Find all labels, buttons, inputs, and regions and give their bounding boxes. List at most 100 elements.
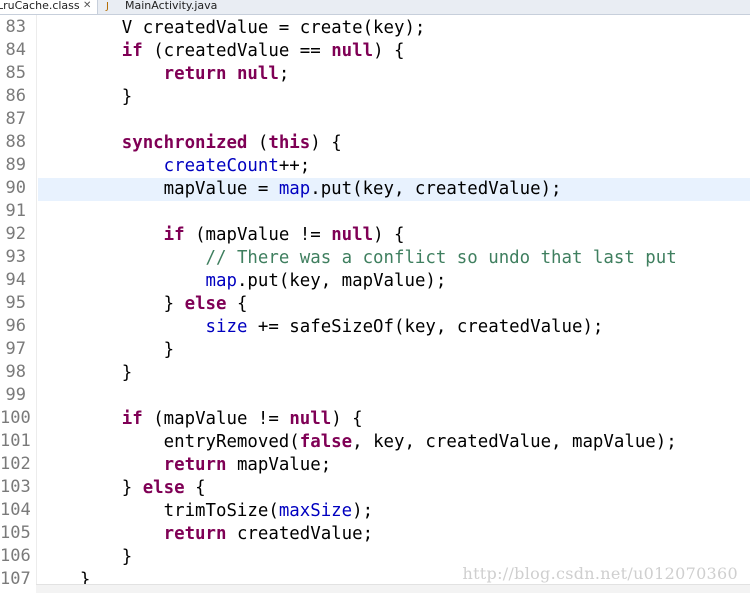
line-number: 95 [5, 293, 26, 313]
line-number: 99 [5, 385, 26, 405]
line-number: 83 [5, 17, 26, 37]
line-number: 88 [5, 132, 26, 152]
tab-label: LruCache.class [0, 0, 80, 12]
line-number: 104 [0, 500, 31, 520]
code-line[interactable]: } [38, 339, 750, 362]
line-number: 89 [5, 155, 26, 175]
code-text: if (mapValue != null) { [38, 224, 405, 247]
code-editor[interactable]: 83 84 85 86 87 88 89 90 91 92 93 94 95 96 97 98 99 100 101… [0, 15, 750, 593]
token: ( [247, 133, 269, 153]
line-number: 93 [5, 247, 26, 267]
token: } [38, 340, 175, 360]
line-number: 94 [5, 270, 26, 290]
code-line[interactable]: if (mapValue != null) { [38, 408, 750, 431]
code-line[interactable]: if (mapValue != null) { [38, 224, 750, 247]
line-number: 96 [5, 316, 26, 336]
code-text: } [38, 339, 175, 362]
code-line[interactable] [38, 109, 750, 132]
token-kw: null [236, 64, 279, 84]
code-line[interactable] [38, 385, 750, 408]
code-line[interactable]: size += safeSizeOf(key, createdValue); [38, 316, 750, 339]
token-kw: null [289, 409, 332, 429]
token: (createdValue == [142, 41, 332, 61]
token: ) { [310, 133, 342, 153]
code-text: synchronized (this) { [38, 132, 342, 155]
token: .put(key, createdValue); [310, 179, 562, 199]
token: ++; [278, 156, 311, 176]
line-number: 103 [0, 477, 31, 497]
code-line[interactable]: createCount++; [38, 155, 750, 178]
code-text: size += safeSizeOf(key, createdValue); [38, 316, 604, 339]
token-fld: maxSize [278, 501, 353, 521]
code-line[interactable] [38, 201, 750, 224]
code-line[interactable]: } [38, 362, 750, 385]
code-line[interactable]: } [38, 86, 750, 109]
line-number: 102 [0, 454, 31, 474]
code-line[interactable]: map.put(key, mapValue); [38, 270, 750, 293]
token: ; [278, 64, 290, 84]
code-text: createCount++; [38, 155, 311, 178]
token: createdValue; [226, 524, 374, 544]
line-number: 91 [5, 201, 26, 221]
token-fld: map [205, 271, 237, 291]
token: ); [352, 501, 374, 521]
line-number: 107 [0, 569, 31, 589]
token-fld: map [278, 179, 311, 199]
code-line[interactable]: if (createdValue == null) { [38, 40, 750, 63]
token: ) { [373, 41, 405, 61]
close-icon[interactable]: ✕ [83, 0, 91, 12]
token: } [38, 87, 133, 107]
code-text: // There was a conflict so undo that las… [38, 247, 677, 270]
token: += safeSizeOf(key, createdValue); [247, 317, 604, 337]
line-number: 106 [0, 546, 31, 566]
token: ) { [331, 409, 363, 429]
code-text: if (createdValue == null) { [38, 40, 405, 63]
code-area[interactable]: V createdValue = create(key); if (create… [38, 15, 750, 593]
horizontal-scrollbar[interactable] [36, 584, 750, 593]
token: ) { [373, 225, 405, 245]
code-line[interactable]: } else { [38, 293, 750, 316]
tab-mainactivity-java[interactable]: J MainActivity.java [103, 0, 263, 14]
code-line[interactable]: trimToSize(maxSize); [38, 500, 750, 523]
token-kw: if [163, 225, 185, 245]
token: , key, createdValue, mapValue); [352, 432, 677, 452]
token: { [184, 478, 206, 498]
code-text: mapValue = map.put(key, createdValue); [38, 178, 562, 201]
token: mapValue = [38, 179, 279, 199]
token-kw: if [121, 409, 143, 429]
token-cmt: // There was a conflict so undo that las… [205, 248, 677, 268]
code-text: } else { [38, 477, 206, 500]
line-number: 100 [0, 408, 31, 428]
token-kw: else [142, 478, 185, 498]
java-file-icon: J [106, 1, 109, 12]
code-line[interactable]: return null; [38, 63, 750, 86]
editor-tab-bar: LruCache.class ✕ J MainActivity.java [0, 0, 750, 15]
line-number-gutter: 83 84 85 86 87 88 89 90 91 92 93 94 95 96 97 98 99 100 101… [0, 15, 36, 593]
token: { [226, 294, 248, 314]
token-kw: synchronized [121, 133, 248, 153]
code-line[interactable]: return createdValue; [38, 523, 750, 546]
code-text: trimToSize(maxSize); [38, 500, 373, 523]
code-line[interactable]: synchronized (this) { [38, 132, 750, 155]
tab-label: MainActivity.java [125, 0, 218, 12]
code-text: } [38, 546, 132, 569]
code-line[interactable]: entryRemoved(false, key, createdValue, m… [38, 431, 750, 454]
token: (mapValue != [142, 409, 290, 429]
code-line-current[interactable]: mapValue = map.put(key, createdValue); [38, 178, 750, 201]
code-line[interactable]: } else { [38, 477, 750, 500]
line-number: 85 [5, 63, 26, 83]
line-number: 97 [5, 339, 26, 359]
code-line[interactable]: return mapValue; [38, 454, 750, 477]
tab-lrucache-class[interactable]: LruCache.class ✕ [0, 0, 98, 14]
token: } [38, 363, 133, 383]
code-line[interactable]: // There was a conflict so undo that las… [38, 247, 750, 270]
code-line[interactable]: V createdValue = create(key); [38, 17, 750, 40]
line-number: 101 [0, 431, 31, 451]
line-number: 98 [5, 362, 26, 382]
